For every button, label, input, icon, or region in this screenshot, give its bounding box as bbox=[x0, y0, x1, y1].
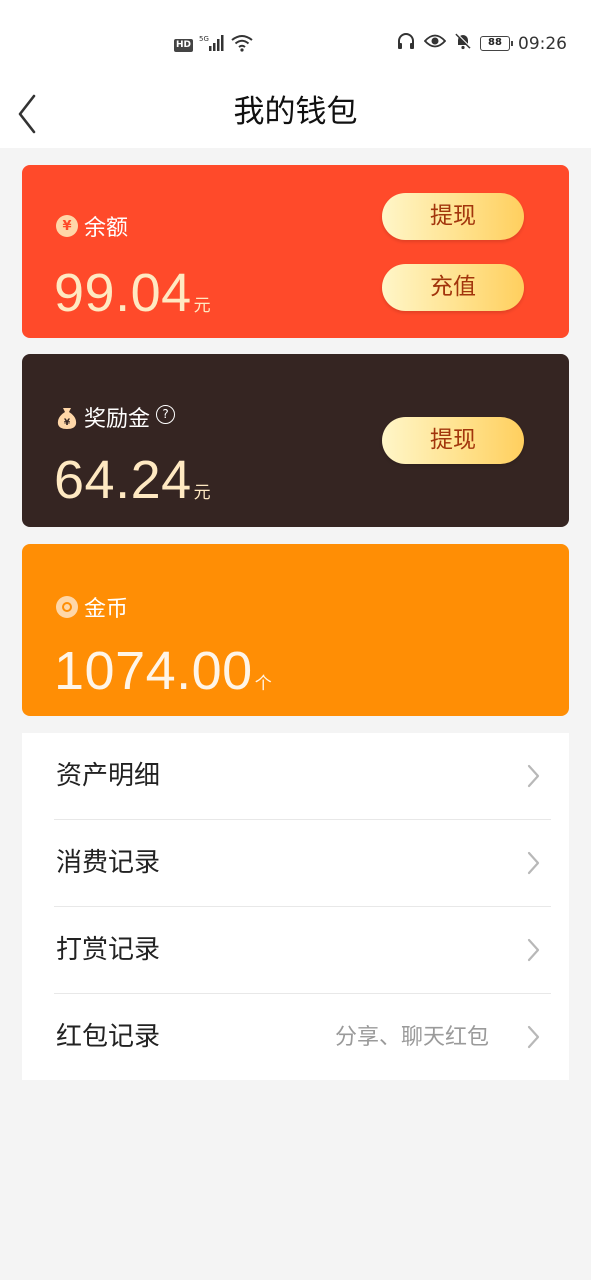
coin-label-row: 金币 bbox=[56, 591, 128, 623]
wallet-menu-list: 资产明细 消费记录 打赏记录 红包记录 分享、聊天红包 bbox=[22, 733, 569, 1080]
yen-icon: ¥ bbox=[56, 215, 78, 237]
reward-unit: 元 bbox=[193, 483, 211, 503]
chevron-right-icon bbox=[527, 938, 540, 962]
coin-unit: 个 bbox=[254, 674, 272, 694]
nav-bar: 我的钱包 bbox=[0, 80, 591, 148]
headphones-icon bbox=[396, 32, 416, 55]
menu-item-red-packet-records[interactable]: 红包记录 分享、聊天红包 bbox=[22, 994, 569, 1080]
mute-bell-icon bbox=[454, 32, 472, 55]
status-bar: HD 5G 88 09:26 bbox=[0, 0, 591, 80]
money-bag-icon: ¥ bbox=[56, 406, 78, 429]
menu-item-label: 资产明细 bbox=[56, 761, 161, 791]
eye-icon bbox=[423, 33, 447, 54]
reward-card: ¥ 奖励金 ? 64.24 元 提现 bbox=[22, 354, 569, 527]
chevron-right-icon bbox=[527, 764, 540, 788]
chevron-right-icon bbox=[527, 1025, 540, 1049]
coin-amount-row: 1074.00 个 bbox=[54, 641, 272, 701]
status-left: HD 5G bbox=[174, 34, 253, 57]
balance-label-row: ¥ 余额 bbox=[56, 210, 128, 242]
status-time: 09:26 bbox=[518, 33, 567, 54]
reward-withdraw-button[interactable]: 提现 bbox=[382, 417, 524, 464]
menu-item-label: 打赏记录 bbox=[56, 935, 161, 965]
reward-amount-row: 64.24 元 bbox=[54, 450, 211, 510]
reward-label: 奖励金 bbox=[84, 407, 151, 432]
balance-unit: 元 bbox=[193, 296, 211, 316]
coin-label: 金币 bbox=[84, 597, 129, 622]
menu-item-asset-details[interactable]: 资产明细 bbox=[22, 733, 569, 819]
coin-amount: 1074.00 bbox=[54, 641, 253, 701]
svg-text:¥: ¥ bbox=[64, 418, 71, 428]
balance-amount-row: 99.04 元 bbox=[54, 263, 211, 323]
hd-badge: HD bbox=[174, 39, 194, 52]
withdraw-button[interactable]: 提现 bbox=[382, 193, 524, 240]
coin-card: 金币 1074.00 个 bbox=[22, 544, 569, 716]
recharge-button[interactable]: 充值 bbox=[382, 264, 524, 311]
battery-icon: 88 bbox=[480, 36, 513, 51]
reward-label-row: ¥ 奖励金 ? bbox=[56, 401, 176, 433]
help-icon[interactable]: ? bbox=[156, 404, 176, 424]
menu-item-label: 红包记录 bbox=[56, 1022, 161, 1052]
menu-item-consumption-records[interactable]: 消费记录 bbox=[22, 820, 569, 906]
coin-icon bbox=[56, 596, 78, 618]
balance-card: ¥ 余额 99.04 元 提现 充值 bbox=[22, 165, 569, 338]
chevron-right-icon bbox=[527, 851, 540, 875]
balance-amount: 99.04 bbox=[54, 263, 192, 323]
network-label: 5G bbox=[199, 35, 209, 43]
menu-item-tip-records[interactable]: 打赏记录 bbox=[22, 907, 569, 993]
menu-item-hint: 分享、聊天红包 bbox=[334, 1025, 489, 1050]
signal-icon: 5G bbox=[199, 34, 225, 57]
balance-label: 余额 bbox=[84, 216, 129, 241]
reward-amount: 64.24 bbox=[54, 450, 192, 510]
wifi-icon bbox=[231, 34, 253, 57]
page-title: 我的钱包 bbox=[233, 94, 358, 130]
menu-item-label: 消费记录 bbox=[56, 848, 161, 878]
status-right: 88 09:26 bbox=[396, 32, 567, 55]
